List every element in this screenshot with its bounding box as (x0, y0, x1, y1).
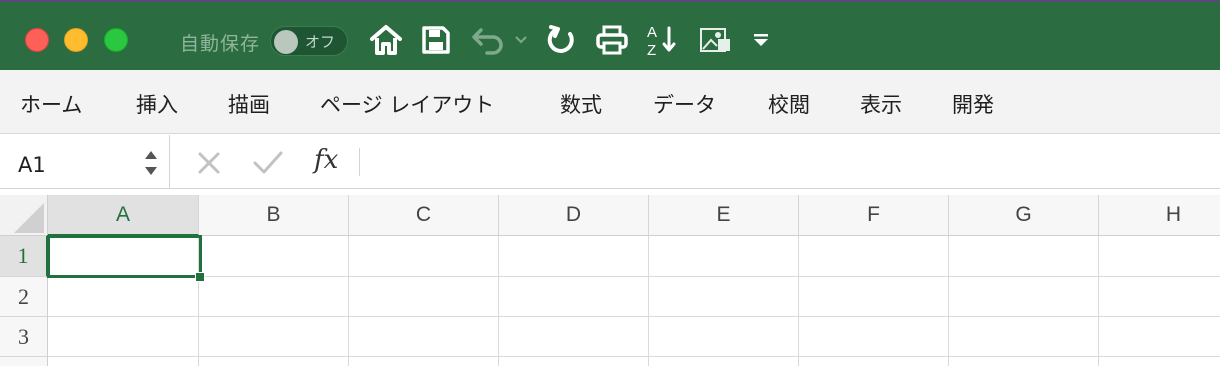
cell-a3[interactable] (48, 317, 199, 357)
cell-c2[interactable] (349, 277, 499, 317)
confirm-entry-icon[interactable] (252, 147, 284, 181)
insert-function-button[interactable]: fx (314, 145, 338, 175)
undo-icon[interactable] (470, 20, 506, 60)
cell-e4[interactable] (649, 357, 799, 366)
column-header-a[interactable]: A (48, 195, 199, 236)
tab-draw[interactable]: 描画 (228, 89, 270, 119)
cell-a4[interactable] (48, 357, 199, 366)
sort-az-icon[interactable]: A Z (645, 20, 679, 60)
row-header-3[interactable]: 3 (0, 317, 48, 357)
column-header-e[interactable]: E (649, 195, 799, 236)
home-icon[interactable] (368, 20, 404, 60)
cell-c3[interactable] (349, 317, 499, 357)
cell-g1[interactable] (949, 236, 1099, 277)
tab-view[interactable]: 表示 (860, 89, 902, 119)
row-header-4[interactable] (0, 357, 48, 366)
cell-c1[interactable] (349, 236, 499, 277)
cell-b4[interactable] (199, 357, 349, 366)
tab-developer[interactable]: 開発 (952, 89, 994, 119)
worksheet-grid: A B C D E F G H 1 2 3 (0, 195, 1220, 366)
cell-h3[interactable] (1099, 317, 1220, 357)
toggle-knob (274, 30, 298, 54)
column-header-b[interactable]: B (199, 195, 349, 236)
cell-f4[interactable] (799, 357, 949, 366)
cell-d1[interactable] (499, 236, 649, 277)
maximize-window-button[interactable] (104, 28, 128, 52)
picture-icon[interactable] (697, 20, 733, 60)
cell-h2[interactable] (1099, 277, 1220, 317)
print-icon[interactable] (594, 20, 630, 60)
select-all-button[interactable] (0, 195, 48, 236)
cell-c4[interactable] (349, 357, 499, 366)
cell-h1[interactable] (1099, 236, 1220, 277)
cell-d4[interactable] (499, 357, 649, 366)
cell-e3[interactable] (649, 317, 799, 357)
column-header-d[interactable]: D (499, 195, 649, 236)
cancel-entry-icon[interactable] (196, 147, 222, 181)
cell-b3[interactable] (199, 317, 349, 357)
fill-handle[interactable] (195, 272, 205, 282)
name-box[interactable]: A1 (0, 135, 170, 189)
name-box-value: A1 (18, 153, 46, 177)
formula-bar-divider (359, 148, 360, 176)
cell-e2[interactable] (649, 277, 799, 317)
cell-b2[interactable] (199, 277, 349, 317)
title-bar: 自動保存 オフ A Z (0, 0, 1220, 70)
formula-input[interactable] (372, 145, 1212, 179)
cell-h4[interactable] (1099, 357, 1220, 366)
autosave-label: 自動保存 (180, 33, 261, 55)
column-header-g[interactable]: G (949, 195, 1099, 236)
autosave-toggle-text: オフ (305, 33, 336, 51)
redo-icon[interactable] (544, 20, 578, 60)
cell-f3[interactable] (799, 317, 949, 357)
column-header-f[interactable]: F (799, 195, 949, 236)
cell-g4[interactable] (949, 357, 1099, 366)
cell-b1[interactable] (199, 236, 349, 277)
formula-bar: A1 fx (0, 135, 1220, 189)
cell-g3[interactable] (949, 317, 1099, 357)
close-window-button[interactable] (25, 28, 49, 52)
cell-d2[interactable] (499, 277, 649, 317)
name-box-stepper-icon[interactable] (142, 143, 160, 183)
autosave-toggle[interactable]: オフ (270, 26, 348, 56)
column-header-h[interactable]: H (1099, 195, 1220, 236)
cell-e1[interactable] (649, 236, 799, 277)
cell-a2[interactable] (48, 277, 199, 317)
minimize-window-button[interactable] (64, 28, 88, 52)
tab-insert[interactable]: 挿入 (136, 89, 178, 119)
customize-toolbar-icon[interactable] (751, 20, 771, 60)
row-header-2[interactable]: 2 (0, 277, 48, 317)
cell-d3[interactable] (499, 317, 649, 357)
tab-formulas[interactable]: 数式 (560, 89, 602, 119)
tab-page-layout[interactable]: ページ レイアウト (320, 89, 494, 119)
sort-a-glyph: A (647, 24, 657, 41)
column-header-c[interactable]: C (349, 195, 499, 236)
undo-dropdown-icon[interactable] (513, 20, 529, 60)
cell-g2[interactable] (949, 277, 1099, 317)
save-icon[interactable] (420, 20, 452, 60)
active-cell-selection[interactable] (47, 235, 202, 278)
row-header-1[interactable]: 1 (0, 236, 48, 277)
cell-f2[interactable] (799, 277, 949, 317)
cell-f1[interactable] (799, 236, 949, 277)
sort-z-glyph: Z (647, 42, 656, 58)
tab-review[interactable]: 校閲 (768, 89, 810, 119)
ribbon-tab-bar: ホーム 挿入 描画 ページ レイアウト 数式 データ 校閲 表示 開発 (0, 70, 1220, 134)
tab-data[interactable]: データ (653, 89, 716, 119)
tab-home[interactable]: ホーム (20, 89, 82, 119)
